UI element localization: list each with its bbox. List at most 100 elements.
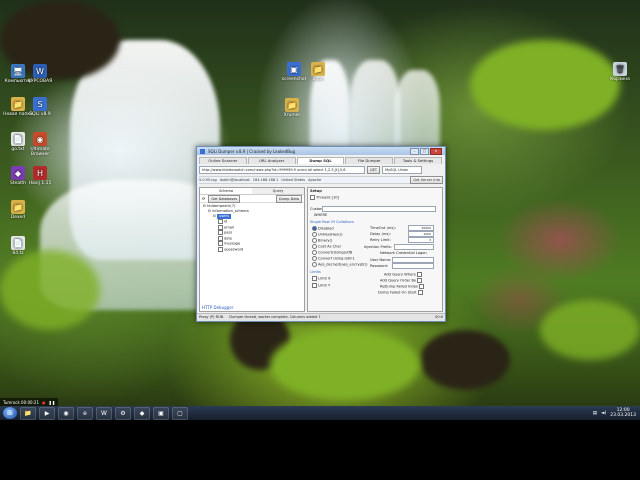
taskbar-sqli-icon[interactable]: ▣ bbox=[153, 406, 169, 420]
taskbar-settings-icon[interactable]: ⚙ bbox=[115, 406, 131, 420]
clock[interactable]: 12:00 23.03.2013 bbox=[610, 408, 636, 418]
taskbar-window-icon[interactable]: ▢ bbox=[172, 406, 188, 420]
radio-label: Convert(Using)utf8 bbox=[318, 250, 353, 255]
record-icon[interactable]: ● bbox=[42, 400, 46, 405]
tab-file-dumper[interactable]: File Dumper bbox=[345, 157, 394, 164]
checkbox[interactable] bbox=[417, 278, 423, 283]
pause-icon[interactable]: ❚❚ bbox=[49, 400, 56, 405]
desktop-icon-kursovaya[interactable]: W КУРСОВАЯ bbox=[22, 64, 58, 84]
tree-node[interactable]: upassword bbox=[203, 246, 301, 253]
get-button[interactable]: GET bbox=[367, 166, 381, 174]
taskbar: ⊞ 📁 ▶ ◉ e W ⚙ ◆ ▣ ▢ ▤ ◄) 12:00 23.03.201… bbox=[0, 406, 640, 420]
checkbox[interactable] bbox=[417, 290, 423, 295]
http-debugger-link[interactable]: HTTP Debugger bbox=[202, 305, 233, 310]
minimize-button[interactable]: – bbox=[410, 147, 419, 155]
add-query-where-option[interactable]: Add Query Where bbox=[384, 272, 423, 277]
start-button[interactable]: ⊞ bbox=[3, 407, 17, 419]
taskbar-media-icon[interactable]: ▶ bbox=[39, 406, 55, 420]
dump-failed-start-option[interactable]: Dump Failed On Start bbox=[378, 290, 424, 295]
taskbar-chrome-icon[interactable]: ◉ bbox=[58, 406, 74, 420]
version-label: 5.0.95-log bbox=[199, 178, 217, 182]
desktop-icon-havij[interactable]: H Havij 1.15 bbox=[22, 166, 58, 186]
desktop-icon-browser[interactable]: ◉ Ultimate Browser bbox=[22, 132, 58, 157]
get-server-info-button[interactable]: Get Server Info bbox=[410, 176, 443, 184]
radio-convert-latin1[interactable]: Convert Using latin1 bbox=[312, 256, 355, 261]
maximize-button[interactable]: □ bbox=[420, 147, 429, 155]
desktop-icon-dexed[interactable]: 📁 Dexed bbox=[0, 200, 36, 220]
checkbox[interactable] bbox=[312, 283, 317, 288]
tree-node-label: date bbox=[224, 236, 233, 240]
dump-body: Schema Query ⟳ Get Databases Dump Data ⊟… bbox=[199, 187, 443, 312]
password-input[interactable] bbox=[392, 263, 434, 269]
retry-input[interactable]: 3 bbox=[408, 237, 434, 243]
tab-schema[interactable]: Schema bbox=[200, 188, 252, 194]
tab-tools-settings[interactable]: Tools & Settings bbox=[394, 157, 442, 164]
browser-icon: ◉ bbox=[33, 132, 47, 146]
radio-icon bbox=[312, 238, 317, 243]
taskbar-explorer-icon[interactable]: 📁 bbox=[20, 406, 36, 420]
tab-query[interactable]: Query bbox=[252, 188, 304, 194]
close-button[interactable]: ✕ bbox=[430, 147, 442, 155]
injection-prefix-label: Injection Prefix: bbox=[364, 245, 392, 249]
taskbar-word-icon[interactable]: W bbox=[96, 406, 112, 420]
desktop-icon-dork[interactable]: 📁 дорк bbox=[300, 62, 336, 82]
threads-option[interactable]: Threads [10] bbox=[310, 195, 339, 200]
radio-aes[interactable]: Aes_decrypt(aes_encrypt()) bbox=[312, 262, 368, 267]
checkbox[interactable] bbox=[310, 195, 315, 200]
tree-node-label: email bbox=[224, 225, 234, 229]
checkbox[interactable] bbox=[218, 219, 223, 224]
retry-label: Retry Limit: bbox=[370, 238, 391, 242]
custom-input[interactable] bbox=[322, 206, 436, 212]
limit-y-option[interactable]: Limit Y bbox=[312, 283, 330, 288]
injection-prefix-input[interactable] bbox=[394, 244, 434, 250]
setup-pane: Setup Threads [10] Custom WHERE Single R… bbox=[307, 187, 443, 312]
url-row: http://www.hiddenwatch.com/news.php?id=9… bbox=[199, 166, 443, 174]
get-databases-button[interactable]: Get Databases bbox=[208, 194, 241, 203]
tab-online-scanner[interactable]: Online Scanner bbox=[199, 157, 247, 164]
radio-icon bbox=[312, 256, 317, 261]
tab-dump-sql[interactable]: Dump SQL bbox=[296, 157, 345, 164]
checkbox[interactable] bbox=[312, 276, 317, 281]
radio-disabled[interactable]: Disabled bbox=[312, 226, 334, 231]
checkbox[interactable] bbox=[218, 241, 223, 246]
db-label: Apache bbox=[308, 178, 322, 182]
title-bar[interactable]: SQLi Dumper v.8.9 | Cracked by LeakedBug… bbox=[197, 147, 445, 155]
volume-icon[interactable]: ◄) bbox=[601, 411, 606, 416]
method-select[interactable]: MySQL Union bbox=[382, 166, 423, 174]
redump-failed-option[interactable]: ReDump Failed Index bbox=[380, 284, 425, 289]
radio-unhex[interactable]: UnHex(Hex()) bbox=[312, 232, 342, 237]
checkbox[interactable] bbox=[218, 246, 223, 252]
checkbox[interactable] bbox=[419, 284, 425, 289]
radio-convert-utf8[interactable]: Convert(Using)utf8 bbox=[312, 250, 352, 255]
network-icon[interactable]: ▤ bbox=[593, 411, 597, 416]
desktop-icon-xrumer[interactable]: 📁 Xrumer bbox=[274, 98, 310, 118]
radio-label: Binary() bbox=[318, 238, 333, 243]
checkbox[interactable] bbox=[218, 224, 223, 230]
checkbox[interactable] bbox=[416, 272, 422, 277]
desktop-icon-sqli[interactable]: S SQLi v8.9 bbox=[22, 97, 58, 117]
checkbox[interactable] bbox=[218, 230, 223, 235]
refresh-icon[interactable]: ⟳ bbox=[202, 196, 205, 201]
desktop-icon-84tz[interactable]: 📄 84.tz bbox=[0, 236, 36, 256]
desktop-icon-recycle-bin[interactable]: 🗑 Корзина bbox=[602, 62, 638, 82]
radio-label: Disabled bbox=[318, 226, 334, 231]
desktop-icon-label: 84.tz bbox=[12, 251, 24, 256]
url-input[interactable]: http://www.hiddenwatch.com/news.php?id=9… bbox=[199, 166, 365, 174]
havij-app-icon: H bbox=[33, 166, 47, 180]
checkbox[interactable] bbox=[218, 235, 223, 241]
add-query-order-option[interactable]: Add Query Order By bbox=[380, 278, 423, 283]
password-label: Password: bbox=[370, 264, 388, 268]
proxy-status: Proxy (P) RUN bbox=[199, 315, 224, 319]
dump-data-button[interactable]: Dump Data bbox=[275, 194, 302, 203]
taskbar-ie-icon[interactable]: e bbox=[77, 406, 93, 420]
where-label: WHERE bbox=[314, 213, 328, 217]
radio-icon bbox=[312, 262, 317, 267]
folder-icon: 📁 bbox=[311, 62, 325, 76]
tab-url-analyzer[interactable]: URL Analyzer bbox=[247, 157, 296, 164]
limit-x-option[interactable]: Limit X bbox=[312, 276, 331, 281]
taskbar-app-icon[interactable]: ◆ bbox=[134, 406, 150, 420]
status-message: Dumper thread, worker complete. Columns … bbox=[229, 315, 321, 319]
radio-cast[interactable]: Cast As Char bbox=[312, 244, 341, 249]
radio-binary[interactable]: Binary() bbox=[312, 238, 332, 243]
timeout-label: TimeOut (ms): bbox=[370, 226, 396, 230]
